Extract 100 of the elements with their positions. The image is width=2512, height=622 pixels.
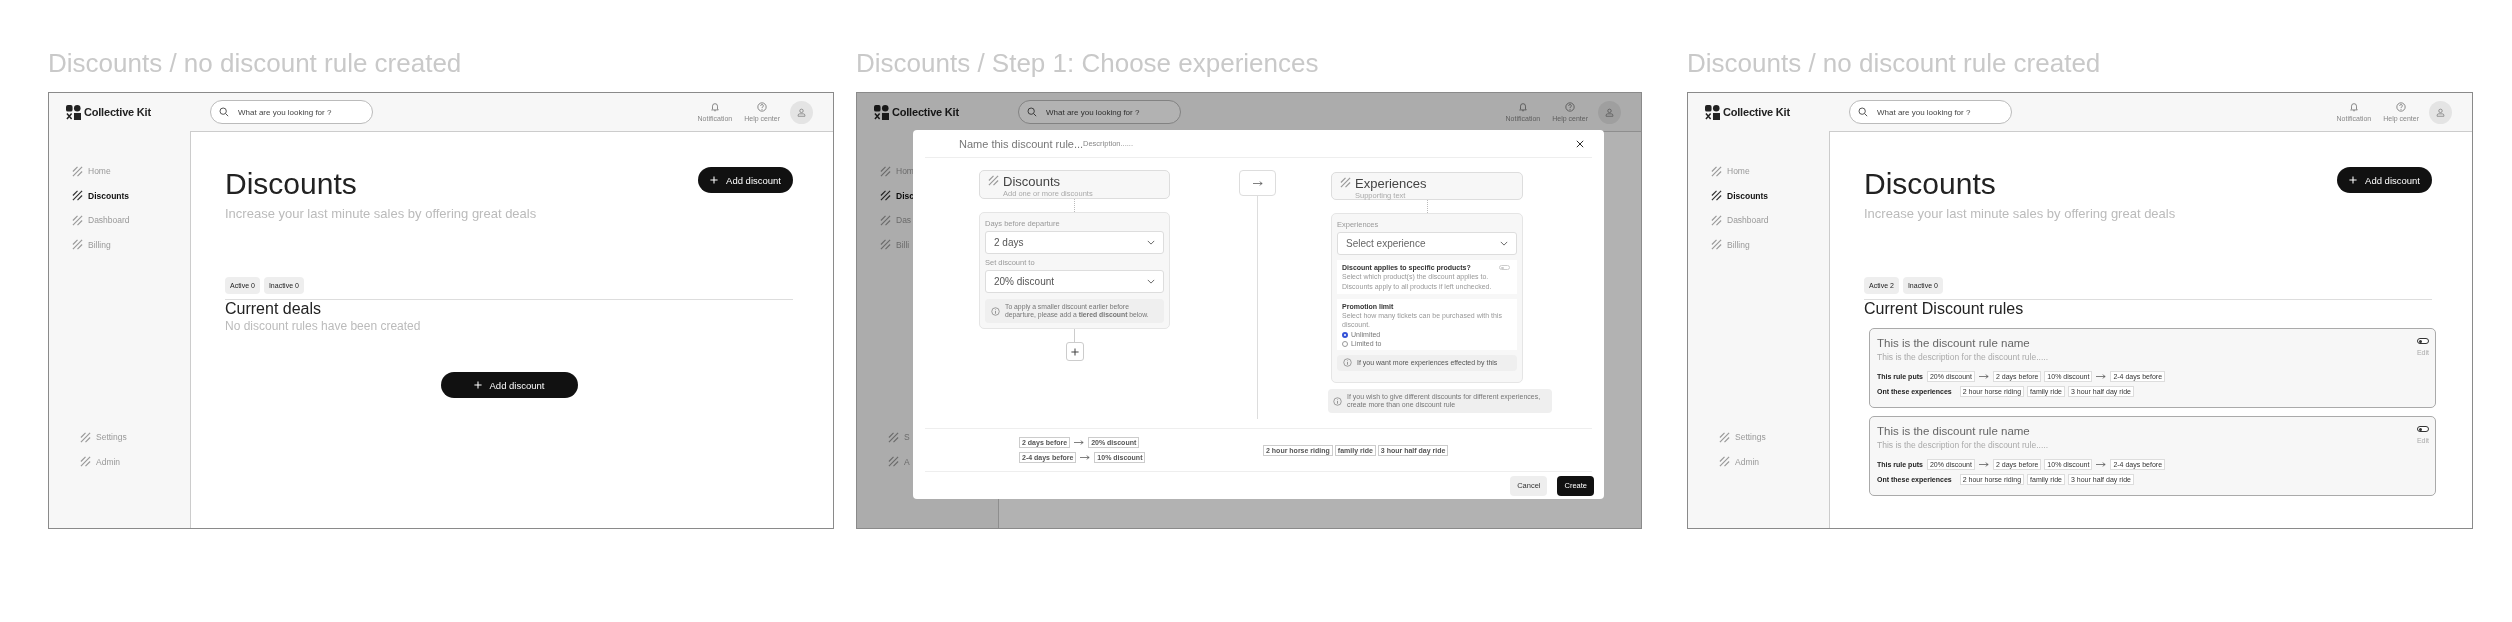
chevron-icon [1147,279,1155,284]
plus-icon [2349,176,2358,184]
plus-icon [1070,347,1079,356]
user-icon [1605,107,1614,117]
select-field[interactable]: Select experience [1337,232,1517,255]
add-tier-button[interactable] [1065,342,1084,361]
search-field[interactable]: What are you looking for ? [1849,100,2012,124]
arrow-icon [2095,374,2108,379]
search-field[interactable]: What are you looking for ? [1018,100,1181,124]
brand-name: Collective Kit [1723,106,1790,118]
page-subtitle: Increase your last minute sales by offering great deals [1864,206,2176,221]
nav-item[interactable]: Disc [896,190,914,201]
nav-item[interactable]: Billi [896,239,910,250]
nav-item[interactable]: Settings [1735,432,1766,443]
rule-description: This is the description for the discount rule..... [1877,440,2049,451]
brand-name: Collective Kit [892,106,959,118]
arrow-icon [1977,374,1990,379]
hatch-icon [888,456,899,468]
hatch-icon [1711,190,1722,202]
nav-item[interactable]: Home [1727,166,1750,177]
help-icon [1565,102,1576,112]
logo-icon [874,104,889,120]
logo-icon [1705,104,1720,120]
hatch-icon [80,456,91,468]
hatch-icon [880,239,891,251]
arrow-icon [1079,455,1092,460]
plus-icon [473,381,482,389]
arrow-icon [2095,462,2108,467]
hatch-icon [1711,165,1722,177]
add-discount-button[interactable]: Add discount [440,372,578,398]
nav-item[interactable]: Admin [96,456,121,467]
nav-item[interactable]: Dashboard [1727,215,1769,226]
empty-message: No discount rules have been created [225,318,422,334]
hatch-icon [1719,456,1730,468]
bell-icon [709,102,720,112]
search-icon [219,107,229,117]
add-discount-button[interactable]: Add discount [2337,167,2432,193]
info-icon [1343,358,1352,367]
user-icon [2436,107,2445,117]
nav-item[interactable]: Settings [96,432,127,443]
rule-name: This is the discount rule name [1877,424,2030,438]
info-icon [1333,396,1342,406]
hatch-icon [80,431,91,443]
radio-button[interactable] [1342,331,1348,338]
bell-icon [2348,102,2359,112]
nav-item[interactable]: Home [88,166,111,177]
hatch-icon [1340,177,1351,188]
plus-icon [710,176,719,184]
step-title: Discounts [1003,175,1062,189]
hatch-icon [988,175,999,186]
hatch-icon [1719,431,1730,443]
section-title: Current deals [225,300,323,318]
page-title: Discounts [225,167,358,201]
brand-name: Collective Kit [84,106,151,118]
avatar[interactable] [2429,100,2452,124]
arrow-icon [1977,462,1990,467]
nav-item[interactable]: Discounts [1727,190,1769,201]
help-icon [2396,102,2407,112]
rule-name: This is the discount rule name [1877,336,2030,350]
hatch-icon [880,190,891,202]
info-icon [991,306,1000,316]
hatch-icon [1711,214,1722,226]
hatch-icon [72,190,83,202]
toggle[interactable] [2417,426,2429,432]
nav-item[interactable]: Billing [1727,239,1750,250]
hatch-icon [72,165,83,177]
user-icon [797,107,806,117]
avatar[interactable] [1598,100,1621,124]
page-subtitle: Increase your last minute sales by offering great deals [225,206,537,221]
logo-icon [66,104,81,120]
add-discount-button[interactable]: Add discount [698,167,793,193]
help-icon [757,102,768,112]
bell-icon [1517,102,1528,112]
search-icon [1027,107,1037,117]
page-title: Discounts [1864,167,1997,201]
hatch-icon [72,214,83,226]
chevron-icon [1500,241,1508,246]
search-field[interactable]: What are you looking for ? [210,100,373,124]
chevron-icon [1147,240,1155,245]
select-field[interactable]: 2 days [985,231,1164,254]
nav-item[interactable]: Dashboard [88,215,130,226]
section-title: Current Discount rules [1864,300,2025,318]
nav-item[interactable]: Das [896,215,912,226]
arrow-icon [1073,440,1086,445]
nav-item[interactable]: Billing [88,239,111,250]
arrow-icon [1251,180,1264,186]
hatch-icon [72,239,83,251]
close-icon [1576,139,1584,148]
hatch-icon [880,165,891,177]
hatch-icon [1711,239,1722,251]
hatch-icon [888,431,899,443]
step-title: Experiences [1355,177,1427,191]
rule-name-field[interactable]: Name this discount rule... [959,137,1083,150]
select-field[interactable]: 20% discount [985,270,1164,293]
nav-item[interactable]: Discounts [88,190,130,201]
toggle[interactable] [2417,338,2429,344]
next-button[interactable] [1239,170,1276,196]
avatar[interactable] [790,100,813,124]
search-icon [1858,107,1868,117]
nav-item[interactable]: Admin [1735,456,1760,467]
